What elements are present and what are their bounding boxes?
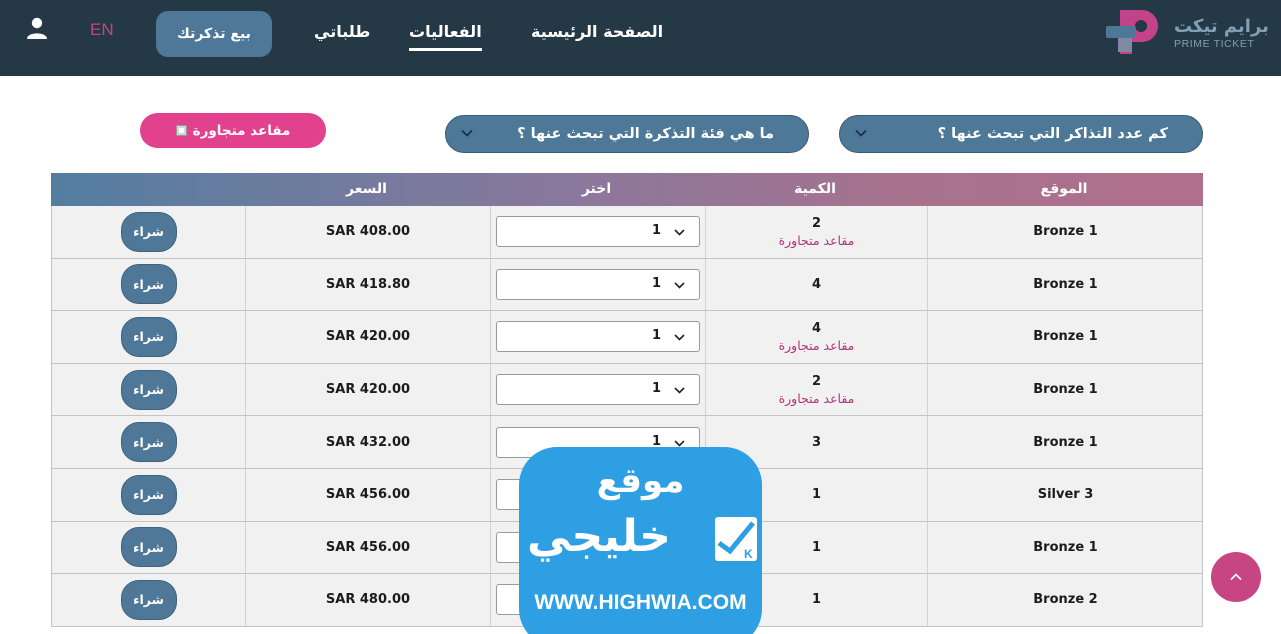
- cell-buy: شراء: [52, 259, 245, 311]
- sell-ticket-button[interactable]: بيع تذكرتك: [156, 11, 272, 57]
- cell-price: SAR 408.00: [245, 206, 490, 258]
- top-navbar: EN بيع تذكرتك طلباتي الفعاليات الصفحة ال…: [0, 0, 1281, 76]
- ticket-category-label: ما هي فئة التذكرة التي تبحث عنها ؟: [517, 126, 774, 142]
- quantity-value: 1: [811, 539, 822, 555]
- cell-quantity: 4 مقاعد متجاورة: [705, 311, 927, 363]
- watermark-url: WWW.HIGHWIA.COM: [534, 591, 747, 614]
- cell-buy: شراء: [52, 311, 245, 363]
- logo-text-english: PRIME TICKET: [1174, 38, 1255, 50]
- chevron-up-icon: [1230, 573, 1242, 581]
- quantity-value: 1: [811, 592, 822, 608]
- adjacent-seats-note: مقاعد متجاورة: [778, 390, 855, 406]
- table-row: Bronze 1 4 مقاعد متجاورة 1 SAR 420.00 شرا…: [51, 311, 1203, 364]
- language-switch[interactable]: EN: [90, 20, 114, 40]
- ticket-count-label: كم عدد التذاكر التي تبحث عنها ؟: [937, 126, 1168, 142]
- adjacent-seats-note: مقاعد متجاورة: [778, 337, 855, 353]
- chevron-down-icon: [461, 129, 473, 137]
- svg-text:K: K: [744, 547, 753, 561]
- nav-my-orders[interactable]: طلباتي: [314, 22, 370, 41]
- site-logo[interactable]: برايم تيكت PRIME TICKET: [1106, 6, 1281, 58]
- quantity-value: 4: [811, 320, 822, 336]
- buy-button[interactable]: شراء: [120, 369, 177, 410]
- watermark-logo-icon: K: [715, 517, 757, 561]
- cell-select: 1: [490, 206, 705, 258]
- watermark-top-text: موقع: [596, 461, 685, 501]
- ticket-count-select[interactable]: كم عدد التذاكر التي تبحث عنها ؟: [839, 115, 1203, 153]
- logo-text-arabic: برايم تيكت: [1174, 16, 1269, 37]
- adjacent-seats-note: مقاعد متجاورة: [778, 232, 855, 248]
- buy-button[interactable]: شراء: [120, 474, 177, 515]
- cell-select: 1: [490, 363, 705, 416]
- cell-quantity: 2 مقاعد متجاورة: [705, 206, 927, 258]
- cell-location: Bronze 1: [927, 258, 1203, 311]
- table-header: الموقع الكمية اختر السعر: [51, 173, 1203, 206]
- watermark-main-text: خليجي: [527, 511, 671, 562]
- table-row: Bronze 1 2 مقاعد متجاورة 1 SAR 408.00 شرا…: [51, 206, 1203, 259]
- chevron-down-icon: [674, 334, 685, 342]
- cell-buy: شراء: [52, 206, 245, 258]
- cell-select: 1: [490, 311, 705, 363]
- quantity-value: 2: [811, 373, 822, 389]
- chevron-down-icon: [674, 282, 685, 289]
- cell-location: Bronze 1: [927, 206, 1203, 258]
- quantity-select[interactable]: 1: [496, 216, 700, 248]
- cell-buy: شراء: [52, 522, 245, 574]
- cell-location: Bronze 1: [927, 521, 1203, 574]
- nav-home[interactable]: الصفحة الرئيسية: [531, 22, 663, 41]
- cell-location: Bronze 1: [927, 416, 1203, 468]
- cell-buy: شراء: [52, 469, 245, 521]
- cell-location: Bronze 1: [927, 311, 1203, 363]
- header-location: الموقع: [1040, 181, 1088, 197]
- buy-button[interactable]: شراء: [120, 527, 177, 568]
- cell-buy: شراء: [52, 364, 245, 416]
- chevron-down-icon: [855, 129, 867, 137]
- watermark-badge: موقع خليجي K WWW.HIGHWIA.COM: [519, 447, 762, 634]
- cell-price: SAR 456.00: [245, 468, 490, 521]
- cell-price: SAR 432.00: [245, 416, 490, 468]
- cell-location: Silver 3: [927, 468, 1203, 521]
- adjacent-seats-filter[interactable]: مقاعد متجاورة: [140, 113, 326, 148]
- adjacent-seats-checkbox[interactable]: [175, 125, 187, 136]
- buy-button[interactable]: شراء: [120, 579, 177, 620]
- cell-buy: شراء: [52, 416, 245, 468]
- buy-button[interactable]: شراء: [120, 422, 177, 463]
- cell-buy: شراء: [52, 574, 245, 626]
- cell-location: Bronze 1: [927, 363, 1203, 416]
- header-select: اختر: [581, 181, 612, 197]
- prime-ticket-logo-icon: [1106, 10, 1158, 54]
- header-quantity: الكمية: [794, 181, 836, 197]
- nav-events[interactable]: الفعاليات: [409, 22, 482, 51]
- quantity-value: 1: [811, 487, 822, 503]
- buy-button[interactable]: شراء: [120, 211, 177, 252]
- quantity-value: 3: [811, 434, 822, 450]
- adjacent-seats-label: مقاعد متجاورة: [192, 122, 291, 139]
- cell-quantity: 4: [705, 258, 927, 311]
- buy-button[interactable]: شراء: [120, 264, 177, 305]
- quantity-value: 4: [811, 276, 822, 292]
- header-price: السعر: [346, 181, 387, 197]
- table-row: Bronze 1 2 مقاعد متجاورة 1 SAR 420.00 شرا…: [51, 363, 1203, 417]
- ticket-category-select[interactable]: ما هي فئة التذكرة التي تبحث عنها ؟: [445, 115, 809, 153]
- quantity-select[interactable]: 1: [496, 374, 700, 406]
- cell-select: 1: [490, 258, 705, 311]
- scroll-to-top-button[interactable]: [1211, 552, 1261, 602]
- user-icon[interactable]: [26, 16, 48, 40]
- cell-price: SAR 456.00: [245, 521, 490, 574]
- cell-quantity: 2 مقاعد متجاورة: [705, 363, 927, 416]
- cell-price: SAR 418.80: [245, 258, 490, 311]
- quantity-value: 2: [811, 215, 822, 231]
- cell-price: SAR 480.00: [245, 574, 490, 626]
- quantity-select[interactable]: 1: [496, 321, 700, 353]
- table-row: Bronze 1 4 1 SAR 418.80 شراء: [51, 258, 1203, 312]
- buy-button[interactable]: شراء: [120, 316, 177, 357]
- cell-price: SAR 420.00: [245, 311, 490, 363]
- chevron-down-icon: [674, 229, 685, 236]
- chevron-down-icon: [674, 387, 685, 394]
- cell-location: Bronze 2: [927, 574, 1203, 626]
- cell-price: SAR 420.00: [245, 363, 490, 416]
- quantity-select[interactable]: 1: [496, 268, 700, 300]
